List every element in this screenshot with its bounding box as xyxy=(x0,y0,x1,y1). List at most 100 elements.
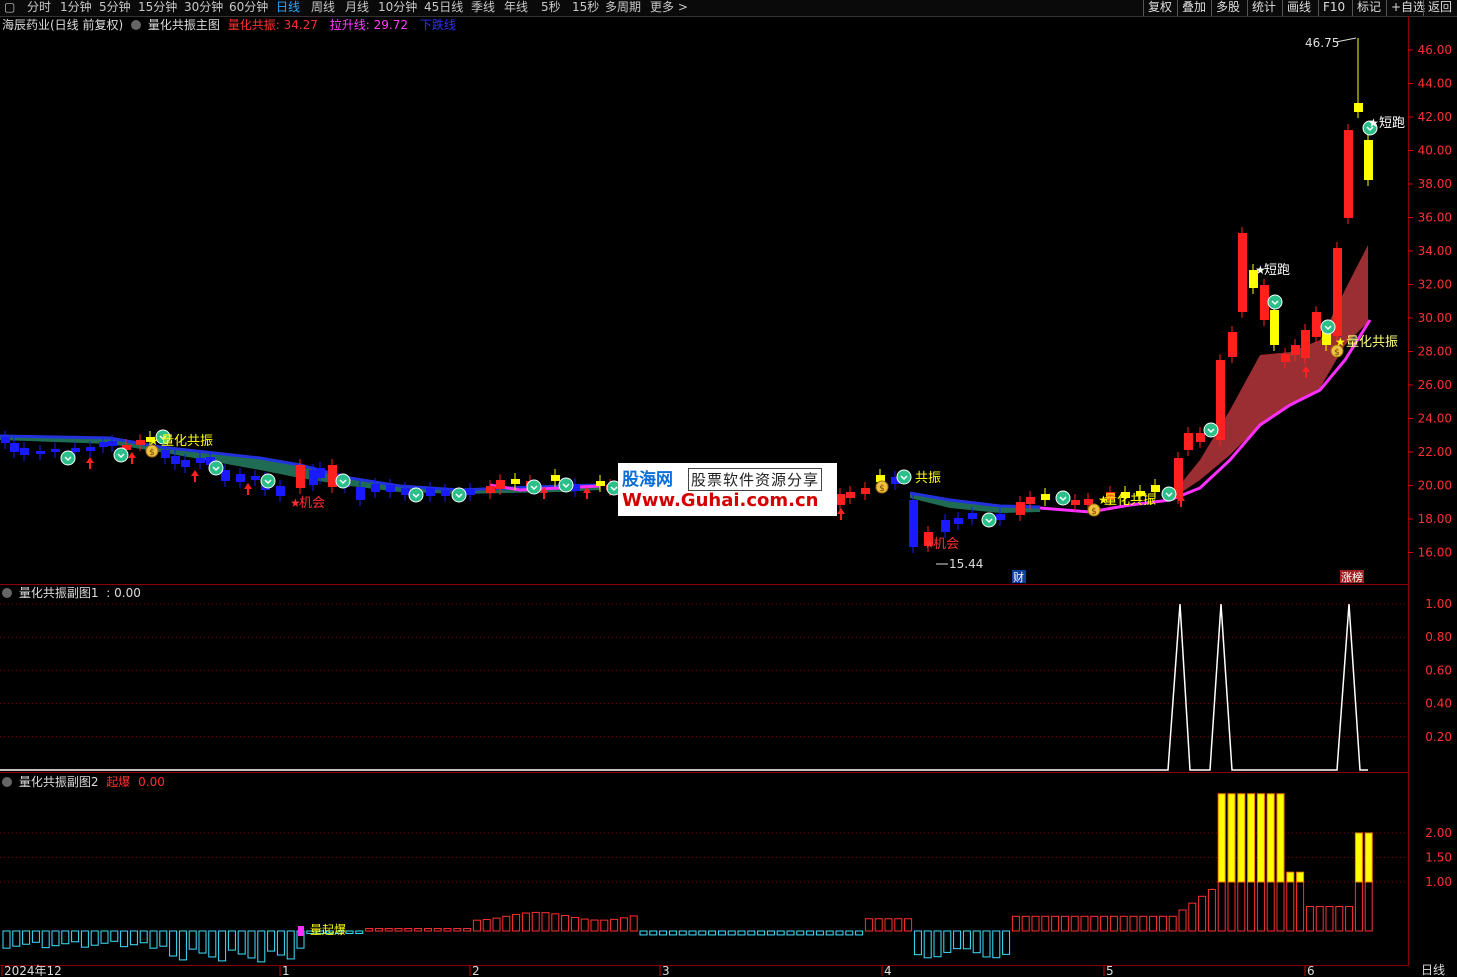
signal-badge xyxy=(113,447,129,463)
gongzhen-label-partial: 共振 xyxy=(915,471,941,486)
sub1-chart-layer: 1.00 0.80 0.60 0.40 0.20 xyxy=(0,597,1452,771)
sub2-bar-neg xyxy=(855,930,864,936)
collapse-icon[interactable] xyxy=(2,777,12,787)
collapse-icon[interactable] xyxy=(131,20,142,30)
sub2-bar-pos xyxy=(463,928,472,932)
sub2-bar-pos xyxy=(1119,915,1128,932)
signal-badge xyxy=(1267,294,1283,310)
indicator-name[interactable]: 量化共振主图 xyxy=(148,18,220,32)
jihui-label-1: 机会 xyxy=(299,496,325,511)
sub2-bar-pos xyxy=(1021,915,1030,932)
sub2-bar-neg xyxy=(218,930,227,962)
sub2-bar-neg xyxy=(2,930,11,949)
collapse-icon[interactable] xyxy=(2,588,12,598)
sub2-bar-neg xyxy=(953,930,962,950)
candle-body xyxy=(136,440,145,445)
candle-body xyxy=(1151,485,1160,492)
sub2-bar-strong xyxy=(1247,793,1256,883)
sub2-bar-pos xyxy=(1041,915,1050,932)
candle-body xyxy=(466,489,475,495)
sub2-bar-pos xyxy=(1109,915,1118,932)
x-tick-label: 6 xyxy=(1307,964,1315,976)
sub2-bar-base xyxy=(1256,881,1265,932)
sub2-bar-neg xyxy=(786,930,795,936)
sub2-bar-neg xyxy=(345,930,354,934)
sub1-tick-label: 0.40 xyxy=(1425,697,1452,711)
sub2-bar-neg xyxy=(727,930,736,936)
coin-glyph: $ xyxy=(1091,507,1097,517)
signal-badge xyxy=(526,479,542,495)
signal-badge xyxy=(260,473,276,489)
sub1-title[interactable]: 量化共振副图1 xyxy=(19,586,99,600)
sub2-bar-neg xyxy=(815,930,824,936)
sub2-bar-neg xyxy=(31,930,40,943)
candle-body xyxy=(968,513,977,519)
y-tick-label: 20.00 xyxy=(1418,479,1452,493)
legend-lasheng-label: 拉升线: xyxy=(329,18,370,32)
y-tick-label: 38.00 xyxy=(1418,177,1452,191)
candle-body xyxy=(1238,233,1247,312)
star-icon: ★ xyxy=(1335,335,1346,349)
candle-body xyxy=(1016,502,1025,515)
y-tick-label: 40.00 xyxy=(1418,144,1452,158)
candle-body xyxy=(996,514,1005,520)
sub2-bar-neg xyxy=(355,930,364,934)
period-indicator[interactable]: 日线 xyxy=(1409,964,1457,976)
sub1-tick-label: 0.60 xyxy=(1425,663,1452,677)
x-tick-label: 5 xyxy=(1106,964,1114,976)
sub2-bar-neg xyxy=(159,930,168,947)
candle-body xyxy=(296,465,305,488)
sub2-bar-neg xyxy=(747,930,756,936)
signal-badge xyxy=(208,460,224,476)
sub2-bar-neg xyxy=(913,930,922,956)
sub2-bar-pos xyxy=(433,928,442,932)
sub2-title[interactable]: 量化共振副图2 xyxy=(19,775,99,789)
y-tick-label: 34.00 xyxy=(1418,244,1452,258)
sub2-bar-pos xyxy=(453,928,462,932)
sub2-bar-neg xyxy=(149,930,158,949)
sub2-bar-pos xyxy=(1158,915,1167,932)
sub1-panel-title: 量化共振副图1 : 0.00 xyxy=(2,585,141,601)
sub2-bar-pos xyxy=(629,915,638,932)
y-tick-label: 24.00 xyxy=(1418,412,1452,426)
sub2-bar-neg xyxy=(80,930,89,948)
sub2-bar-pos xyxy=(1080,915,1089,932)
candle-body xyxy=(371,484,380,492)
y-tick-label: 16.00 xyxy=(1418,546,1452,560)
sub2-bar-pos xyxy=(384,928,393,932)
main-panel-title: 海辰药业(日线 前复权) 量化共振主图 量化共振: 34.27 拉升线: 29.… xyxy=(2,17,456,33)
sub2-tick-label: 1.00 xyxy=(1425,875,1452,889)
sub2-bar-neg xyxy=(188,930,197,950)
qibao-marker xyxy=(298,926,304,936)
sub2-bar-neg xyxy=(237,930,246,955)
sub2-bar-pos xyxy=(864,918,873,932)
sub2-bar-base xyxy=(1217,881,1226,932)
legend-lasheng-value: 29.72 xyxy=(373,18,408,32)
candle-body xyxy=(551,475,560,481)
sub1-tick-label: 0.20 xyxy=(1425,730,1452,744)
sub2-bar-base xyxy=(1354,881,1363,932)
candle-body xyxy=(1,437,10,443)
signal-badge xyxy=(1203,422,1219,438)
x-tick-label: 2024年12 xyxy=(4,964,62,976)
sub2-bar-strong xyxy=(1227,793,1236,883)
watermark-slogan: 股票软件资源分享 xyxy=(688,468,823,491)
sub2-bar-pos xyxy=(570,916,579,932)
candle-body xyxy=(36,451,45,454)
candle-body xyxy=(236,474,245,482)
sub2-bar-pos xyxy=(404,928,413,932)
up-arrow-icon xyxy=(244,483,252,495)
signal-badge xyxy=(558,477,574,493)
sub2-bar-pos xyxy=(482,919,491,932)
sub2-bar-neg xyxy=(1002,930,1011,955)
sub2-bar-neg xyxy=(659,930,668,936)
sub2-bar-neg xyxy=(41,930,50,949)
watermark-logo-text: 股海网 xyxy=(622,470,673,490)
sub2-bar-neg xyxy=(227,930,236,951)
low-price-label: 15.44 xyxy=(949,557,983,571)
candle-body xyxy=(316,468,325,478)
sub2-bar-neg xyxy=(139,930,148,944)
sub2-bar-pos xyxy=(1207,888,1216,932)
sub2-bar-pos xyxy=(492,917,501,932)
candle-body xyxy=(99,442,108,447)
